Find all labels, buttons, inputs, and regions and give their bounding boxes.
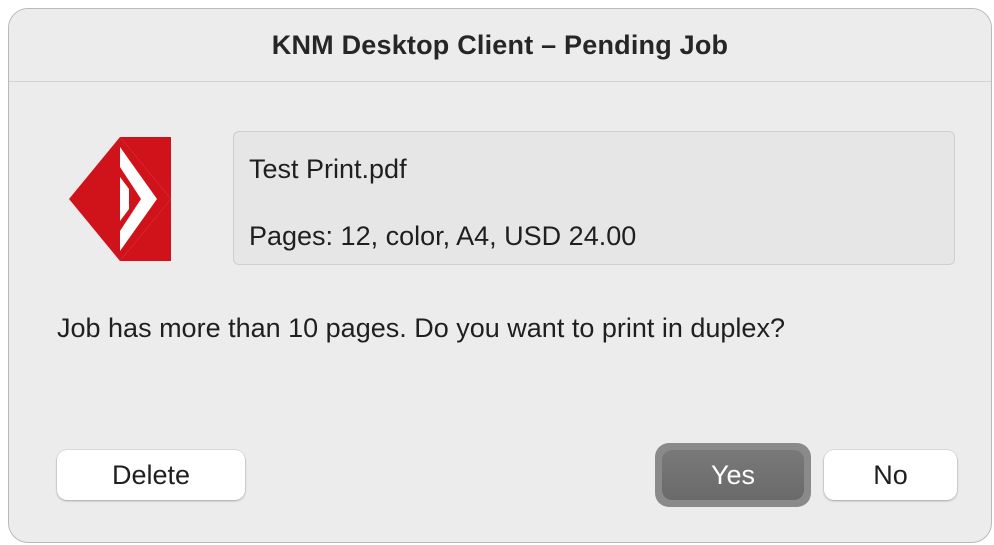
job-file-name: Test Print.pdf xyxy=(249,154,407,184)
window-title: KNM Desktop Client – Pending Job xyxy=(271,29,729,60)
title-bar[interactable]: KNM Desktop Client – Pending Job xyxy=(9,9,991,82)
duplex-prompt-message: Job has more than 10 pages. Do you want … xyxy=(57,313,785,343)
delete-button[interactable]: Delete xyxy=(57,450,245,500)
job-info-box: Test Print.pdf Pages: 12, color, A4, USD… xyxy=(233,131,955,265)
job-details: Pages: 12, color, A4, USD 24.00 xyxy=(249,221,637,251)
no-button[interactable]: No xyxy=(824,450,957,500)
kyocera-logo-icon xyxy=(69,137,171,261)
yes-button[interactable]: Yes xyxy=(662,450,804,500)
pending-job-dialog: KNM Desktop Client – Pending Job Test Pr… xyxy=(8,8,992,543)
